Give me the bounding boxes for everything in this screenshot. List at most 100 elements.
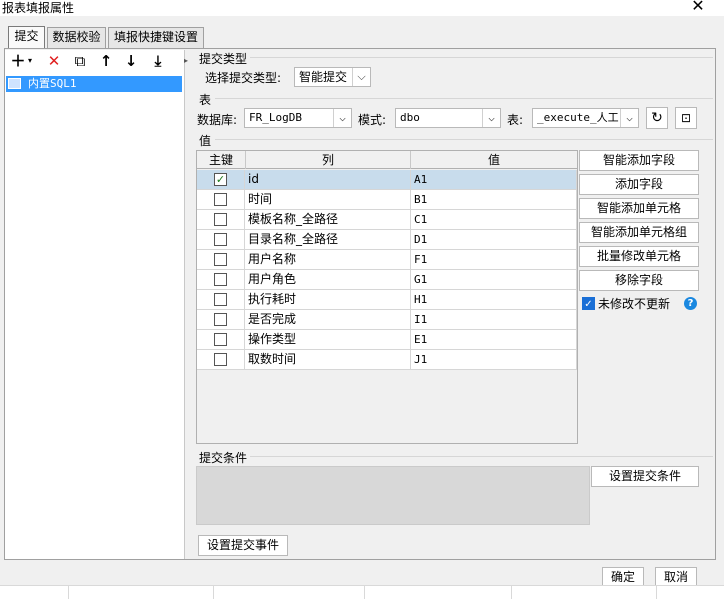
set-submit-condition-button[interactable]: 设置提交条件 [591, 466, 699, 487]
column-cell[interactable]: 目录名称_全路径 [245, 230, 411, 250]
table-row[interactable]: 目录名称_全路径 D1 [197, 230, 577, 250]
tree-item-sql[interactable]: 内置SQL1 [6, 76, 182, 92]
title-bar [0, 0, 724, 16]
set-submit-event-button[interactable]: 设置提交事件 [198, 535, 288, 556]
value-cell[interactable]: B1 [411, 190, 577, 210]
table-row[interactable]: 取数时间 J1 [197, 350, 577, 370]
value-cell[interactable]: F1 [411, 250, 577, 270]
column-cell[interactable]: 时间 [245, 190, 411, 210]
no-update-unmodified-checkbox[interactable]: ✓ [582, 297, 595, 310]
primary-key-checkbox[interactable] [214, 213, 227, 226]
key-cell [197, 330, 245, 350]
smart-add-cell-button[interactable]: 智能添加单元格 [579, 198, 699, 219]
column-cell[interactable]: 是否完成 [245, 310, 411, 330]
primary-key-checkbox[interactable] [214, 273, 227, 286]
divider [215, 98, 713, 99]
table-row[interactable]: 用户名称 F1 [197, 250, 577, 270]
column-header-column[interactable]: 列 [246, 151, 410, 169]
delete-icon[interactable]: ✕ [44, 52, 64, 70]
remove-field-button[interactable]: 移除字段 [579, 270, 699, 291]
divider [215, 139, 713, 140]
smart-add-cell-group-button[interactable]: 智能添加单元格组 [579, 222, 699, 243]
value-cell[interactable]: E1 [411, 330, 577, 350]
column-cell[interactable]: 用户角色 [245, 270, 411, 290]
key-cell [197, 310, 245, 330]
column-cell[interactable]: id [245, 170, 411, 190]
submit-type-section-label: 提交类型 [199, 52, 248, 66]
key-cell [197, 290, 245, 310]
value-cell[interactable]: H1 [411, 290, 577, 310]
primary-key-checkbox[interactable] [214, 353, 227, 366]
value-cell[interactable]: G1 [411, 270, 577, 290]
database-table-icon [8, 78, 21, 89]
add-icon[interactable]: ＋ [10, 52, 26, 70]
key-cell [197, 190, 245, 210]
primary-key-checkbox[interactable] [214, 333, 227, 346]
values-table: 主键 列 值 ✓ id A1 时间 B1 模板名称_全路径 C1 目录名称_全路径 D1 用户名称… [196, 150, 578, 444]
column-header-key[interactable]: 主键 [197, 151, 245, 169]
move-down-icon[interactable]: ↓ [121, 52, 141, 70]
column-cell[interactable]: 模板名称_全路径 [245, 210, 411, 230]
batch-modify-cell-button[interactable]: 批量修改单元格 [579, 246, 699, 267]
primary-key-checkbox[interactable] [214, 193, 227, 206]
sheet-gridline [68, 586, 69, 599]
submit-condition-area [196, 466, 590, 525]
divider [250, 57, 713, 58]
column-cell[interactable]: 用户名称 [245, 250, 411, 270]
submit-type-value: 智能提交 [299, 70, 348, 84]
column-cell[interactable]: 执行耗时 [245, 290, 411, 310]
schema-select[interactable]: dbo ⌵ [395, 108, 501, 128]
copy-icon[interactable]: ⧉ [70, 52, 90, 70]
chevron-down-icon: ⌵ [333, 109, 351, 127]
key-cell [197, 250, 245, 270]
table-row[interactable]: 执行耗时 H1 [197, 290, 577, 310]
value-cell[interactable]: A1 [411, 170, 577, 190]
tab-data-validation[interactable]: 数据校验 [47, 27, 106, 48]
table-section-label: 表 [199, 93, 212, 107]
primary-key-checkbox[interactable] [214, 253, 227, 266]
close-icon[interactable]: ✕ [688, 0, 708, 15]
chevron-down-icon: ⌵ [482, 109, 500, 127]
table-row[interactable]: 模板名称_全路径 C1 [197, 210, 577, 230]
table-row[interactable]: 操作类型 E1 [197, 330, 577, 350]
add-field-button[interactable]: 添加字段 [579, 174, 699, 195]
table-row[interactable]: 是否完成 I1 [197, 310, 577, 330]
tab-shortcut-settings[interactable]: 填报快捷键设置 [108, 27, 204, 48]
table-row[interactable]: ✓ id A1 [197, 170, 577, 190]
database-value: FR_LogDB [249, 111, 302, 124]
schema-label: 模式: [358, 113, 387, 127]
sheet-gridline [364, 586, 365, 599]
sheet-gridline [656, 586, 657, 599]
column-cell[interactable]: 操作类型 [245, 330, 411, 350]
tab-submit[interactable]: 提交 [8, 26, 45, 49]
primary-key-checkbox[interactable] [214, 293, 227, 306]
primary-key-checkbox[interactable] [214, 313, 227, 326]
table-row[interactable]: 时间 B1 [197, 190, 577, 210]
table-label: 表: [507, 113, 524, 127]
value-cell[interactable]: D1 [411, 230, 577, 250]
submit-type-select[interactable]: 智能提交 ⌵ [294, 67, 371, 87]
help-icon[interactable]: ? [684, 297, 697, 310]
smart-add-field-button[interactable]: 智能添加字段 [579, 150, 699, 171]
value-cell[interactable]: J1 [411, 350, 577, 370]
column-cell[interactable]: 取数时间 [245, 350, 411, 370]
primary-key-checkbox[interactable]: ✓ [214, 173, 227, 186]
preview-table-icon[interactable]: ⊡ [675, 107, 697, 129]
sheet-gridline [511, 586, 512, 599]
splitter-arrow-icon[interactable]: ▸ [184, 56, 188, 65]
column-header-value[interactable]: 值 [411, 151, 577, 169]
add-dropdown-caret-icon[interactable]: ▾ [25, 52, 35, 70]
primary-key-checkbox[interactable] [214, 233, 227, 246]
move-bottom-icon[interactable]: ⤓ [148, 52, 168, 70]
window-title: 报表填报属性 [2, 1, 75, 15]
table-row[interactable]: 用户角色 G1 [197, 270, 577, 290]
refresh-icon[interactable]: ↻ [646, 107, 668, 129]
value-cell[interactable]: I1 [411, 310, 577, 330]
values-section-label: 值 [199, 134, 212, 148]
move-up-icon[interactable]: ↑ [96, 52, 116, 70]
database-select[interactable]: FR_LogDB ⌵ [244, 108, 352, 128]
key-cell [197, 270, 245, 290]
chevron-down-icon: ⌵ [352, 68, 370, 86]
value-cell[interactable]: C1 [411, 210, 577, 230]
table-select[interactable]: _execute_人工 ⌵ [532, 108, 639, 128]
